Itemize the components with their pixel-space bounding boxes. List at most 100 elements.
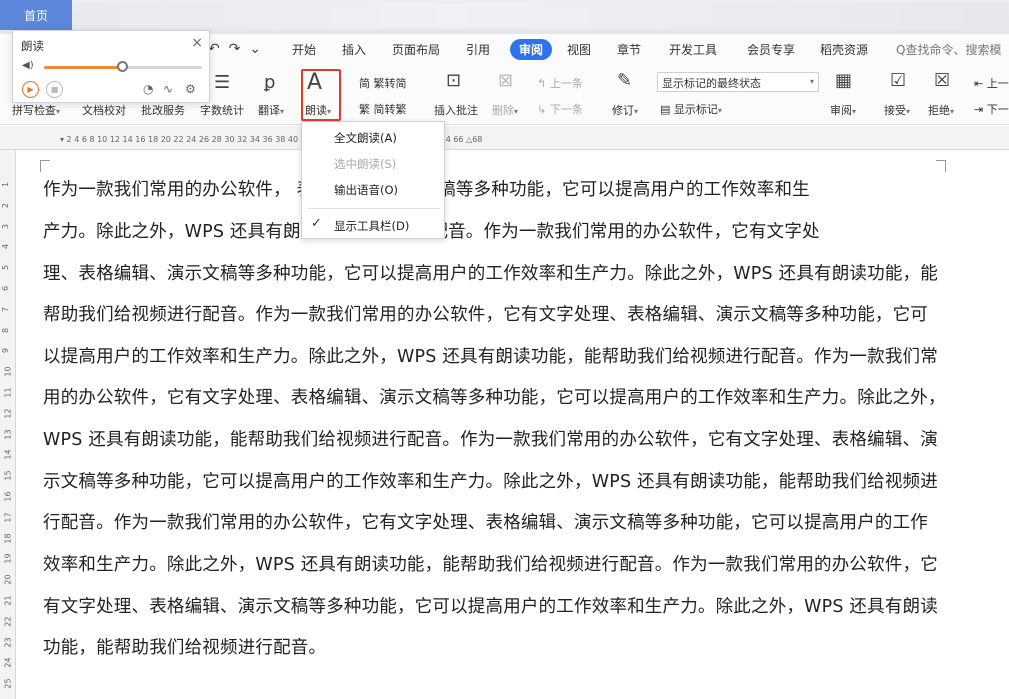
vruler-tick: 12 [3,408,13,419]
insert-comment-icon: ⊡ [446,70,462,91]
word-count-icon: ☰ [214,72,231,93]
vruler-tick: 7 [1,306,11,312]
accept-icon: ☑ [890,70,907,91]
doc-line: 示文稿等多种功能，它可以提高用户的工作效率和生产力。除此之外，WPS 还具有朗读… [43,472,938,492]
doc-line: 行配音。作为一款我们常用的办公软件，它有文字处理、表格编辑、演示文稿等多种功能，… [43,513,928,533]
read-aloud-highlight [301,69,341,121]
vruler-tick: 1 [1,181,11,188]
volume-slider[interactable] [44,61,202,72]
prev-comment-button[interactable]: ↰ 上一条 [537,75,583,91]
vruler-tick: 13 [3,429,13,440]
trad-to-simp-button[interactable]: 简 繁转简 [359,75,407,91]
vruler-tick: 5 [1,265,11,271]
speed-icon[interactable]: ◔ [143,82,153,96]
doc-line: 效率和生产力。除此之外，WPS 还具有朗读功能，能帮助我们给视频进行配音。作为一… [43,555,938,575]
vruler-tick: 16 [3,491,13,502]
qat-more-icon[interactable]: ⌄ [249,41,261,57]
menu-item-read-selection[interactable]: 选中朗读(S) [334,156,396,172]
horizontal-ruler[interactable]: ▾ 2 4 6 8 10 12 14 16 18 20 22 24 26 28 … [0,126,1009,150]
next-change-button[interactable]: ⇥ 下一 [974,101,1009,117]
batch-service-button[interactable]: 批改服务 [141,102,185,118]
margin-marker-left [40,160,50,172]
doc-line: 有文字处理、表格编辑、演示文稿等多种功能，它可以提高用户的工作效率和生产力。除此… [43,597,938,617]
play-icon: ▶ [27,85,34,94]
doc-line: 用的办公软件，它有文字处理、表格编辑、演示文稿等多种功能，它可以提高用户的工作效… [43,388,946,408]
show-markup-button[interactable]: ▤ 显示标记▾ [660,101,722,117]
tab-review[interactable]: 审阅 [510,39,553,60]
accept-button[interactable]: 接受▾ [884,102,910,118]
track-changes-button[interactable]: 修订▾ [612,102,638,118]
vruler-tick: 9 [1,348,11,354]
vruler-tick: 17 [3,512,13,523]
vruler-tick: 15 [3,470,13,481]
home-tab[interactable]: 首页 [0,0,72,30]
wps-writer-window: 首页 ↶ ↷ ⌄ 开始 插入 页面布局 引用 审阅 视图 章节 开发工具 会员专… [0,0,1009,699]
volume-slider-fill [44,66,123,69]
voice-wave-icon[interactable]: ∿ [163,82,173,96]
read-aloud-dropdown: 全文朗读(A) 选中朗读(S) 输出语音(O) ✓ 显示工具栏(D) [301,121,445,239]
vruler-tick: 19 [3,553,13,564]
margin-marker-right [936,160,946,172]
tab-insert[interactable]: 插入 [342,41,366,58]
tab-start[interactable]: 开始 [292,41,316,58]
simp-to-trad-button[interactable]: 繁 简转繁 [359,101,407,117]
vruler-tick: 8 [1,327,11,333]
tab-page-layout[interactable]: 页面布局 [392,41,440,58]
delete-comment-icon: ⊠ [498,70,514,91]
review-pane-icon: ▦ [835,70,853,91]
reject-button[interactable]: 拒绝▾ [928,102,954,118]
delete-comment-button[interactable]: 删除▾ [492,102,518,118]
display-mode-select[interactable]: 显示标记的最终状态 ▾ [657,72,819,92]
menu-separator [308,208,440,209]
stop-icon: ■ [50,85,59,94]
play-button[interactable]: ▶ [22,81,39,98]
volume-icon: ◀) [22,60,34,71]
tab-references[interactable]: 引用 [466,41,490,58]
translate-icon: ꝑ [264,72,276,93]
next-comment-button[interactable]: ↳ 下一条 [537,101,583,117]
doc-line: 理、表格编辑、演示文稿等多种功能，它可以提高用户的工作效率和生产力。除此之外，W… [43,264,938,284]
tab-view[interactable]: 视图 [567,41,591,58]
doc-line: 以提高用户的工作效率和生产力。除此之外，WPS 还具有朗读功能，能帮助我们给视频… [43,347,938,367]
quick-access-toolbar[interactable]: ↶ ↷ ⌄ [208,41,261,57]
tab-section[interactable]: 章节 [617,41,641,58]
doc-line: 功能，能帮助我们给视频进行配音。 [43,638,327,658]
menu-item-read-all[interactable]: 全文朗读(A) [334,130,397,146]
menu-item-export-audio[interactable]: 输出语音(O) [334,182,398,198]
tab-docer[interactable]: 稻壳资源 [820,41,868,58]
insert-comment-button[interactable]: 插入批注 [434,102,478,118]
tab-developer[interactable]: 开发工具 [669,41,717,58]
doc-line: 帮助我们给视频进行配音。作为一款我们常用的办公软件，它有文字处理、表格编辑、演示… [43,305,928,325]
track-changes-icon: ✎ [617,70,633,91]
search-input[interactable]: Q查找命令、搜索模 [896,41,1001,58]
read-aloud-toolbar-title: 朗读 [21,39,44,53]
vruler-tick: 10 [3,366,13,377]
vruler-tick: 6 [1,285,11,292]
reject-icon: ☒ [934,70,951,91]
menu-item-show-toolbar[interactable]: 显示工具栏(D) [334,218,409,234]
vruler-tick: 3 [1,223,11,229]
close-icon[interactable]: × [191,35,203,51]
stop-button[interactable]: ■ [46,81,63,98]
translate-button[interactable]: 翻译▾ [258,102,284,118]
tab-member[interactable]: 会员专享 [747,41,795,58]
vertical-ruler[interactable]: 1 2 3 4 5 6 7 8 9 10 11 12 13 14 15 16 17 18 19 20 21 22 23 24 2… [0,150,16,699]
word-count-button[interactable]: 字数统计 [200,102,244,118]
vruler-tick: 11 [3,387,13,398]
settings-icon[interactable]: ⚙ [185,82,196,96]
redo-icon[interactable]: ↷ [229,41,241,57]
vruler-tick: 24 [3,657,13,668]
checkmark-icon: ✓ [311,216,322,231]
prev-change-button[interactable]: ⇤ 上一 [974,75,1009,91]
read-aloud-toolbar: 朗读 × ◀) ▶ ■ ◔ ∿ ⚙ [12,30,210,103]
vruler-tick: 22 [3,616,13,627]
title-bar: 首页 [0,0,1009,34]
volume-slider-handle[interactable] [117,61,128,72]
review-pane-button[interactable]: 审阅▾ [830,102,856,118]
vruler-tick: 14 [3,449,13,460]
doc-proofread-button[interactable]: 文档校对 [82,102,126,118]
doc-line: WPS 还具有朗读功能，能帮助我们给视频进行配音。作为一款我们常用的办公软件，它… [43,430,938,450]
vruler-tick: 23 [3,637,13,648]
vruler-tick: 25 [3,678,13,689]
spellcheck-button[interactable]: 拼写检查▾ [12,102,60,118]
